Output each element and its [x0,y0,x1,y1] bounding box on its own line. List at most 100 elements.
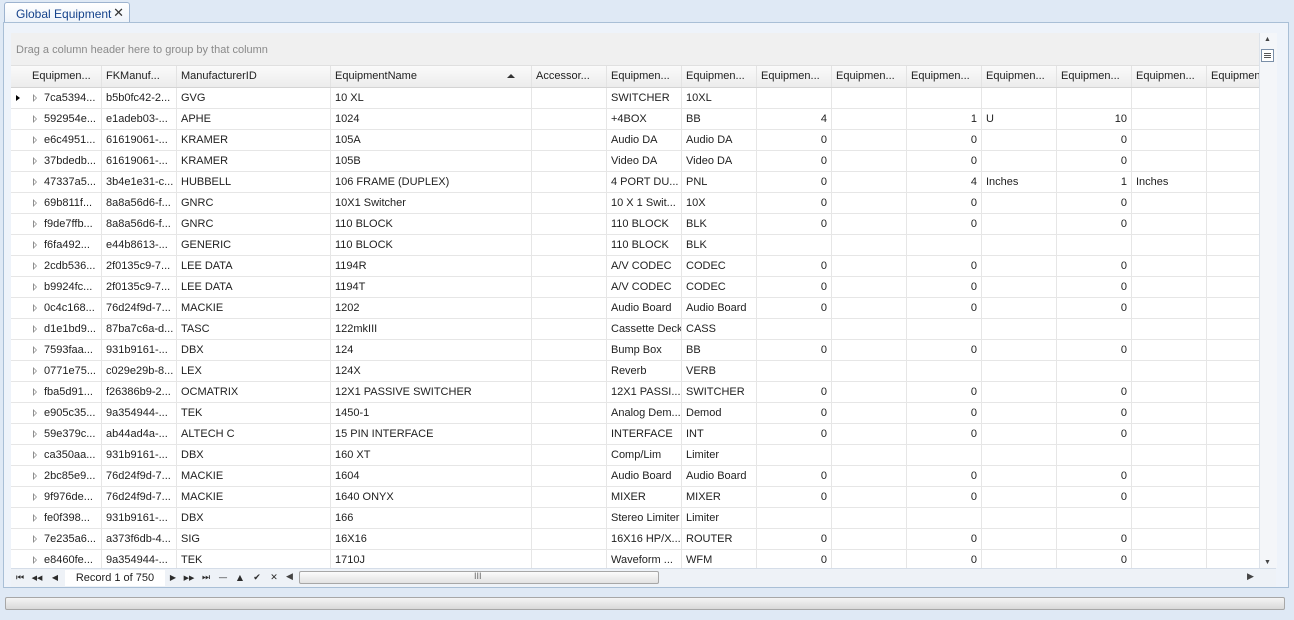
table-cell[interactable]: 0 [907,151,982,171]
table-cell[interactable] [832,508,907,528]
table-cell[interactable]: 8a8a56d6-f... [102,193,177,213]
table-row[interactable]: fba5d91... f26386b9-2... OCMATRIX 12X1 PASS… [11,382,1259,403]
expand-row-icon[interactable] [30,219,40,229]
table-cell[interactable] [982,403,1057,423]
table-cell[interactable] [532,361,607,381]
row-indicator[interactable] [11,403,29,423]
table-cell[interactable] [1132,340,1207,360]
table-cell[interactable]: 110 BLOCK [607,235,682,255]
table-cell[interactable]: b5b0fc42-2... [102,88,177,108]
table-cell[interactable] [1057,319,1132,339]
first-record-icon[interactable]: ⏮ [13,571,27,585]
table-cell[interactable]: 0 [1057,340,1132,360]
column-header[interactable]: Equipmen... [982,66,1057,87]
table-cell[interactable]: 931b9161-... [102,340,177,360]
table-cell[interactable] [532,172,607,192]
table-cell[interactable]: 76d24f9d-7... [102,298,177,318]
table-cell[interactable] [982,529,1057,549]
table-cell[interactable]: e1adeb03-... [102,109,177,129]
table-cell[interactable]: 61619061-... [102,130,177,150]
table-cell[interactable] [532,193,607,213]
table-cell[interactable]: 16X16 [331,529,532,549]
table-cell[interactable]: Video DA [607,151,682,171]
table-cell[interactable] [1207,361,1259,381]
table-cell[interactable]: 110 BLOCK [331,235,532,255]
table-row[interactable]: 59e379c... ab44ad4a-... ALTECH C 15 PIN INT… [11,424,1259,445]
table-cell[interactable] [982,424,1057,444]
table-cell[interactable]: 7e235a6... [40,529,102,549]
table-cell[interactable] [832,424,907,444]
table-cell[interactable]: MIXER [607,487,682,507]
table-cell[interactable]: 10 [1057,109,1132,129]
table-cell[interactable]: 0 [1057,214,1132,234]
table-cell[interactable]: 61619061-... [102,151,177,171]
column-header[interactable]: Equipmen... [907,66,982,87]
table-row[interactable]: e8460fe... 9a354944-... TEK 1710J Waveform .… [11,550,1259,568]
table-row[interactable]: 7e235a6... a373f6db-4... SIG 16X16 16X16 HP/… [11,529,1259,550]
table-cell[interactable]: 10XL [682,88,757,108]
horizontal-scrollbar[interactable]: III [299,571,1259,585]
table-cell[interactable]: MACKIE [177,487,331,507]
table-cell[interactable]: 9f976de... [40,487,102,507]
table-cell[interactable]: GNRC [177,214,331,234]
table-cell[interactable]: 0 [1057,151,1132,171]
table-cell[interactable] [832,109,907,129]
table-cell[interactable] [1132,550,1207,568]
expand-row-icon[interactable] [30,93,40,103]
table-cell[interactable] [1207,466,1259,486]
table-cell[interactable] [832,361,907,381]
previous-page-icon[interactable]: ◀◀ [30,571,44,585]
table-cell[interactable]: VERB [682,361,757,381]
table-cell[interactable] [532,382,607,402]
table-cell[interactable] [1057,361,1132,381]
table-cell[interactable]: 47337a5... [40,172,102,192]
cancel-edit-icon[interactable]: ✕ [267,571,281,585]
table-cell[interactable]: 166 [331,508,532,528]
table-cell[interactable] [532,235,607,255]
expand-row-icon[interactable] [30,492,40,502]
next-page-icon[interactable]: ▶▶ [182,571,196,585]
table-cell[interactable]: 0c4c168... [40,298,102,318]
table-cell[interactable] [832,193,907,213]
table-cell[interactable]: 0 [1057,277,1132,297]
column-header[interactable]: Equipmen... [1207,66,1259,87]
table-cell[interactable] [1132,193,1207,213]
table-cell[interactable]: 0 [757,130,832,150]
expand-row-icon[interactable] [30,303,40,313]
table-cell[interactable]: 4 PORT DU... [607,172,682,192]
expand-row-icon[interactable] [30,324,40,334]
table-cell[interactable]: Comp/Lim [607,445,682,465]
table-cell[interactable] [757,235,832,255]
row-indicator[interactable] [11,172,29,192]
scroll-right-icon[interactable]: ▶ [1247,571,1254,582]
table-cell[interactable]: 0 [757,424,832,444]
table-cell[interactable] [1132,109,1207,129]
table-cell[interactable] [1207,235,1259,255]
table-cell[interactable]: 87ba7c6a-d... [102,319,177,339]
table-cell[interactable]: 10X1 Switcher [331,193,532,213]
table-cell[interactable] [907,88,982,108]
table-cell[interactable]: 110 BLOCK [331,214,532,234]
table-cell[interactable] [1132,424,1207,444]
table-cell[interactable]: f26386b9-2... [102,382,177,402]
table-cell[interactable] [832,151,907,171]
table-cell[interactable]: Limiter [682,445,757,465]
table-cell[interactable]: DBX [177,445,331,465]
table-cell[interactable]: 592954e... [40,109,102,129]
expand-row-icon[interactable] [30,471,40,481]
table-cell[interactable]: 69b811f... [40,193,102,213]
table-cell[interactable] [982,193,1057,213]
row-indicator[interactable] [11,235,29,255]
table-cell[interactable]: b9924fc... [40,277,102,297]
table-cell[interactable]: Audio Board [607,466,682,486]
table-cell[interactable]: LEE DATA [177,277,331,297]
table-cell[interactable] [532,277,607,297]
table-cell[interactable]: 10 XL [331,88,532,108]
table-cell[interactable] [1207,550,1259,568]
table-cell[interactable]: A/V CODEC [607,277,682,297]
table-cell[interactable] [982,151,1057,171]
table-cell[interactable]: 122mkIII [331,319,532,339]
table-cell[interactable]: LEE DATA [177,256,331,276]
table-cell[interactable] [907,235,982,255]
scroll-up-icon[interactable]: ▲ [1264,36,1271,43]
